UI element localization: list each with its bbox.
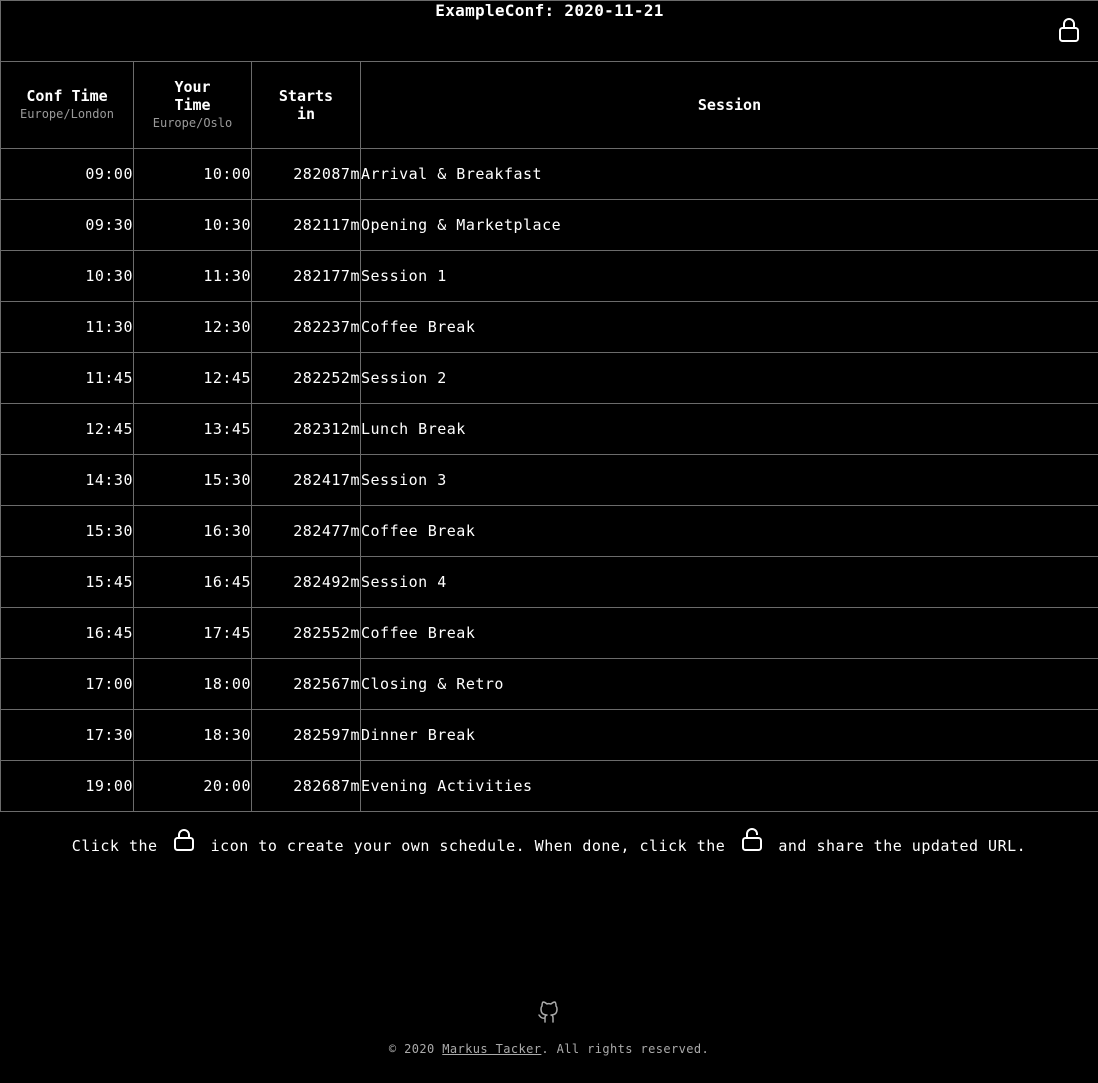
your-time-cell: 15:30 bbox=[133, 454, 252, 506]
your-time-cell: 16:45 bbox=[133, 556, 252, 608]
starts-in-cell: 282477m bbox=[251, 505, 361, 557]
copyright-text: © 2020 bbox=[388, 1042, 443, 1056]
session-cell: Dinner Break bbox=[359, 709, 1098, 761]
lock-icon bbox=[174, 829, 195, 851]
schedule-row: 12:45 13:45 282312m Lunch Break bbox=[0, 403, 1098, 455]
author-link[interactable]: Markus Tacker bbox=[442, 1042, 541, 1056]
schedule-row: 15:45 16:45 282492m Session 4 bbox=[0, 556, 1098, 608]
conf-time-cell: 15:30 bbox=[0, 505, 134, 557]
your-time-cell: 11:30 bbox=[133, 250, 252, 302]
conf-time-cell: 17:30 bbox=[0, 709, 134, 761]
your-time-label-line1: Your bbox=[174, 78, 211, 96]
session-cell: Session 1 bbox=[359, 250, 1098, 302]
schedule-row: 19:00 20:00 282687m Evening Activities bbox=[0, 760, 1098, 812]
session-cell: Lunch Break bbox=[359, 403, 1098, 455]
starts-in-cell: 282492m bbox=[251, 556, 361, 608]
starts-in-cell: 282552m bbox=[251, 607, 361, 659]
schedule-row: 16:45 17:45 282552m Coffee Break bbox=[0, 607, 1098, 659]
your-time-cell: 20:00 bbox=[133, 760, 252, 812]
hint-text-1: Click the bbox=[71, 837, 158, 855]
hint-text-2: icon to create your own schedule. When d… bbox=[210, 837, 726, 855]
schedule-body: 09:00 10:00 282087m Arrival & Breakfast 09:3… bbox=[0, 148, 1098, 812]
schedule-row: 09:30 10:30 282117m Opening & Marketplace bbox=[0, 199, 1098, 251]
conference-title: ExampleConf: 2020-11-21 bbox=[435, 1, 664, 20]
schedule-row: 15:30 16:30 282477m Coffee Break bbox=[0, 505, 1098, 557]
conf-time-cell: 15:45 bbox=[0, 556, 134, 608]
schedule-row: 14:30 15:30 282417m Session 3 bbox=[0, 454, 1098, 506]
starts-in-cell: 282312m bbox=[251, 403, 361, 455]
conf-time-cell: 12:45 bbox=[0, 403, 134, 455]
conf-time-header: Conf Time Europe/London bbox=[0, 61, 134, 149]
conf-time-cell: 09:00 bbox=[0, 148, 134, 200]
hint-text-3: and share the updated URL. bbox=[778, 837, 1027, 855]
conf-time-cell: 09:30 bbox=[0, 199, 134, 251]
session-cell: Session 4 bbox=[359, 556, 1098, 608]
starts-in-cell: 282597m bbox=[251, 709, 361, 761]
starts-in-header: Starts in bbox=[251, 61, 361, 149]
starts-in-cell: 282177m bbox=[251, 250, 361, 302]
starts-in-cell: 282687m bbox=[251, 760, 361, 812]
conf-time-cell: 10:30 bbox=[0, 250, 134, 302]
your-time-cell: 12:45 bbox=[133, 352, 252, 404]
unlock-icon bbox=[741, 828, 762, 851]
github-icon[interactable] bbox=[537, 998, 561, 1024]
conf-time-cell: 16:45 bbox=[0, 607, 134, 659]
starts-in-label-line2: in bbox=[296, 105, 316, 123]
starts-in-cell: 282087m bbox=[251, 148, 361, 200]
starts-in-cell: 282117m bbox=[251, 199, 361, 251]
schedule-row: 11:45 12:45 282252m Session 2 bbox=[0, 352, 1098, 404]
your-time-cell: 16:30 bbox=[133, 505, 252, 557]
session-cell: Coffee Break bbox=[359, 607, 1098, 659]
starts-in-cell: 282417m bbox=[251, 454, 361, 506]
schedule-row: 10:30 11:30 282177m Session 1 bbox=[0, 250, 1098, 302]
conf-time-cell: 11:45 bbox=[0, 352, 134, 404]
your-time-cell: 10:00 bbox=[133, 148, 252, 200]
session-cell: Session 3 bbox=[359, 454, 1098, 506]
starts-in-cell: 282567m bbox=[251, 658, 361, 710]
schedule-row: 17:30 18:30 282597m Dinner Break bbox=[0, 709, 1098, 761]
your-time-cell: 10:30 bbox=[133, 199, 252, 251]
starts-in-cell: 282252m bbox=[251, 352, 361, 404]
instructions: Click the icon to create your own schedu… bbox=[0, 828, 1098, 864]
rights-text: . All rights reserved. bbox=[541, 1042, 710, 1056]
your-time-label-line2: Time bbox=[174, 96, 211, 114]
your-time-cell: 13:45 bbox=[133, 403, 252, 455]
your-time-cell: 17:45 bbox=[133, 607, 252, 659]
schedule-row: 11:30 12:30 282237m Coffee Break bbox=[0, 301, 1098, 353]
conf-time-cell: 17:00 bbox=[0, 658, 134, 710]
session-header: Session bbox=[359, 61, 1098, 149]
your-timezone-label: Europe/Oslo bbox=[152, 116, 233, 130]
conf-time-cell: 11:30 bbox=[0, 301, 134, 353]
session-cell: Coffee Break bbox=[359, 301, 1098, 353]
lock-icon[interactable] bbox=[1058, 17, 1080, 43]
conf-timezone-label: Europe/London bbox=[20, 107, 114, 121]
your-time-header: Your Time Europe/Oslo bbox=[133, 61, 252, 149]
session-cell: Closing & Retro bbox=[359, 658, 1098, 710]
schedule-row: 09:00 10:00 282087m Arrival & Breakfast bbox=[0, 148, 1098, 200]
session-cell: Opening & Marketplace bbox=[359, 199, 1098, 251]
session-cell: Coffee Break bbox=[359, 505, 1098, 557]
page: ExampleConf: 2020-11-21 Conf Time Europe… bbox=[0, 0, 1098, 1083]
your-time-cell: 18:30 bbox=[133, 709, 252, 761]
conference-title-cell: ExampleConf: 2020-11-21 bbox=[0, 0, 1098, 62]
session-cell: Session 2 bbox=[359, 352, 1098, 404]
conf-time-cell: 19:00 bbox=[0, 760, 134, 812]
footer: © 2020 Markus Tacker. All rights reserve… bbox=[0, 1042, 1098, 1056]
schedule-row: 17:00 18:00 282567m Closing & Retro bbox=[0, 658, 1098, 710]
starts-in-cell: 282237m bbox=[251, 301, 361, 353]
conf-time-label: Conf Time bbox=[26, 87, 108, 105]
starts-in-label-line1: Starts bbox=[278, 87, 334, 105]
your-time-cell: 12:30 bbox=[133, 301, 252, 353]
your-time-cell: 18:00 bbox=[133, 658, 252, 710]
session-cell: Evening Activities bbox=[359, 760, 1098, 812]
session-cell: Arrival & Breakfast bbox=[359, 148, 1098, 200]
schedule-table: ExampleConf: 2020-11-21 Conf Time Europe… bbox=[0, 0, 1098, 812]
conf-time-cell: 14:30 bbox=[0, 454, 134, 506]
